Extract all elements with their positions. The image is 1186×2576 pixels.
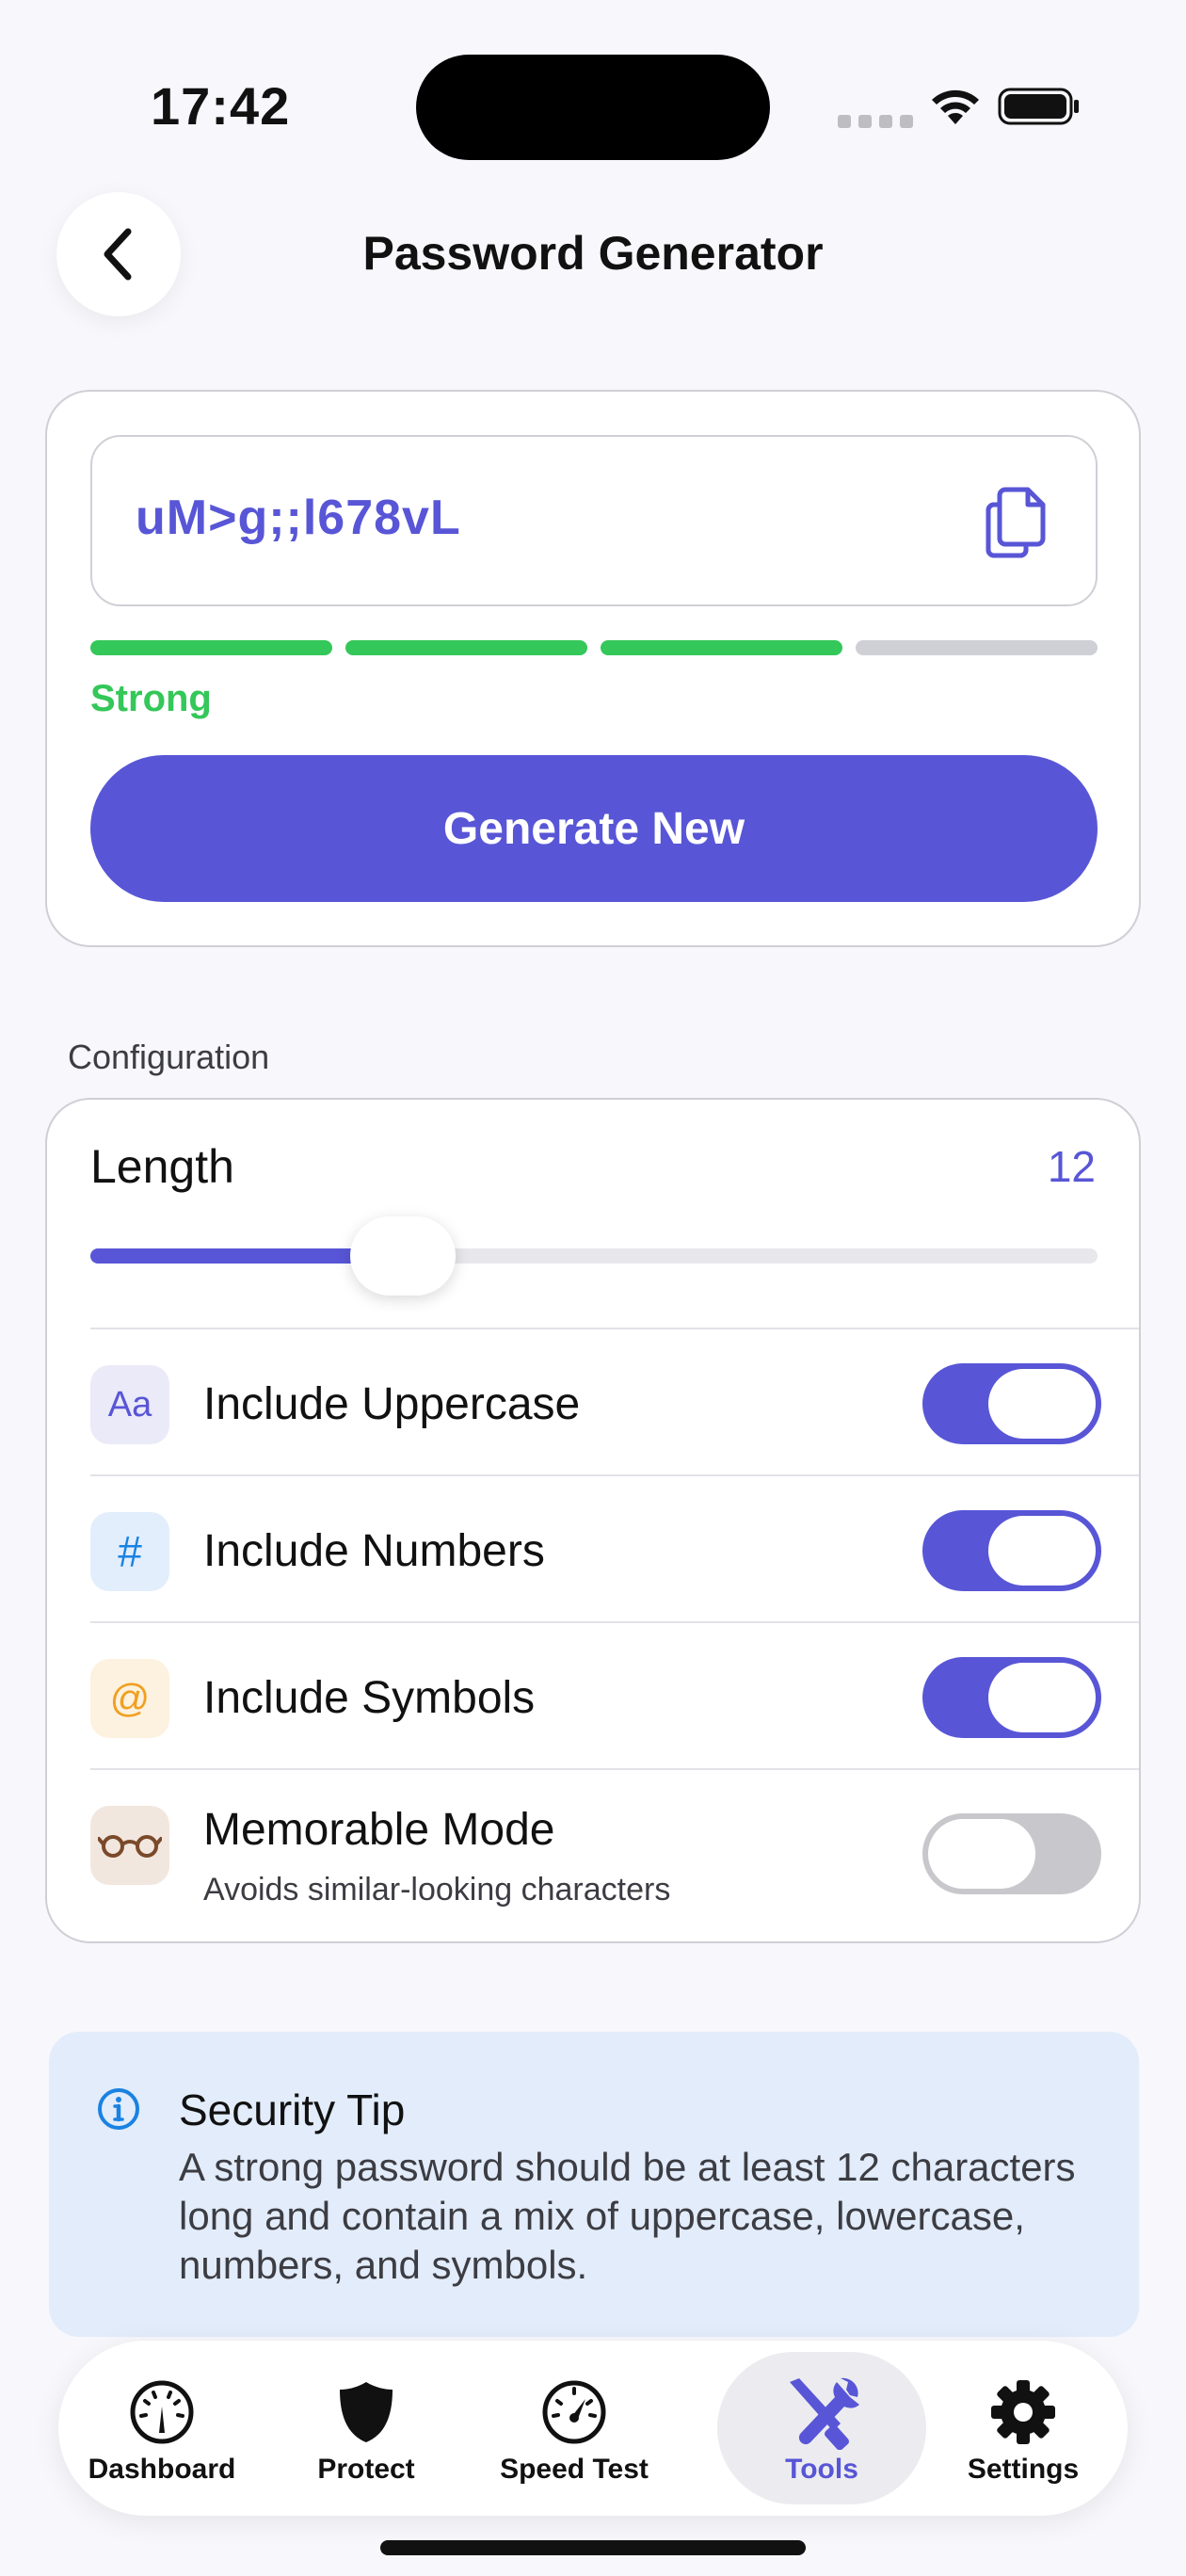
toggle-memorable-mode[interactable] (922, 1813, 1101, 1894)
page-title: Password Generator (362, 227, 824, 280)
length-slider[interactable] (90, 1216, 1098, 1296)
option-sublabel: Avoids similar-looking characters (203, 1872, 671, 1908)
option-row-uppercase: Aa Include Uppercase (90, 1328, 1139, 1474)
tab-protect[interactable]: Protect (277, 2341, 456, 2516)
tools-icon (790, 2377, 859, 2450)
tab-speed-test[interactable]: Speed Test (471, 2341, 678, 2516)
hash-icon: # (90, 1512, 169, 1591)
dynamic-island (416, 55, 770, 160)
gauge-icon (130, 2380, 194, 2444)
tab-label: Dashboard (88, 2454, 236, 2485)
security-tip-body: A strong password should be at least 12 … (179, 2145, 1076, 2287)
option-row-numbers: # Include Numbers (90, 1474, 1139, 1621)
security-tip-title: Security Tip (179, 2085, 406, 2134)
tab-dashboard[interactable]: Dashboard (68, 2341, 256, 2516)
speedometer-icon (542, 2380, 606, 2444)
home-indicator (380, 2540, 806, 2555)
shield-icon (340, 2382, 393, 2442)
option-label: Include Symbols (203, 1673, 536, 1723)
text-case-icon: Aa (90, 1365, 169, 1444)
slider-thumb[interactable] (349, 1216, 456, 1296)
strength-bar (601, 640, 842, 655)
strength-bar (90, 640, 332, 655)
status-time: 17:42 (151, 76, 291, 136)
configuration-card: Length 12 Aa Include Uppercase # Include… (45, 1098, 1141, 1943)
cellular-signal-icon (838, 115, 913, 128)
tab-label: Tools (785, 2454, 858, 2485)
battery-icon (998, 88, 1079, 125)
info-icon (98, 2088, 139, 2130)
tab-label: Settings (967, 2454, 1080, 2485)
option-label: Memorable Mode (203, 1805, 555, 1855)
tab-settings[interactable]: Settings (928, 2341, 1118, 2516)
strength-label: Strong (90, 678, 212, 719)
glasses-icon (90, 1806, 169, 1885)
tab-tools[interactable]: Tools (717, 2341, 926, 2516)
password-field[interactable]: uM>g;;l678vL (90, 435, 1098, 606)
copy-button[interactable] (981, 484, 1052, 561)
copy-icon (986, 487, 1046, 558)
option-label: Include Uppercase (203, 1379, 581, 1429)
tab-bar: Dashboard Protect Speed Test Tools Setti… (58, 2341, 1128, 2516)
tab-label: Speed Test (500, 2454, 649, 2485)
length-value: 12 (1047, 1142, 1096, 1191)
generated-password: uM>g;;l678vL (136, 491, 461, 545)
wifi-icon (932, 89, 979, 124)
strength-meter (90, 640, 1098, 655)
password-card: uM>g;;l678vL Strong Generate New (45, 390, 1141, 947)
section-label-configuration: Configuration (68, 1038, 270, 1076)
toggle-numbers[interactable] (922, 1510, 1101, 1591)
strength-bar (856, 640, 1098, 655)
option-label: Include Numbers (203, 1526, 545, 1576)
toggle-symbols[interactable] (922, 1657, 1101, 1738)
length-label: Length (90, 1140, 234, 1193)
tab-label: Protect (317, 2454, 415, 2485)
strength-bar (345, 640, 587, 655)
gear-icon (991, 2380, 1055, 2444)
option-row-symbols: @ Include Symbols (90, 1621, 1139, 1768)
option-row-memorable: Memorable Mode Avoids similar-looking ch… (90, 1768, 1139, 1941)
generate-new-button[interactable]: Generate New (90, 755, 1098, 902)
security-tip-card: Security Tip A strong password should be… (49, 2032, 1139, 2337)
toggle-uppercase[interactable] (922, 1363, 1101, 1444)
at-sign-icon: @ (90, 1659, 169, 1738)
